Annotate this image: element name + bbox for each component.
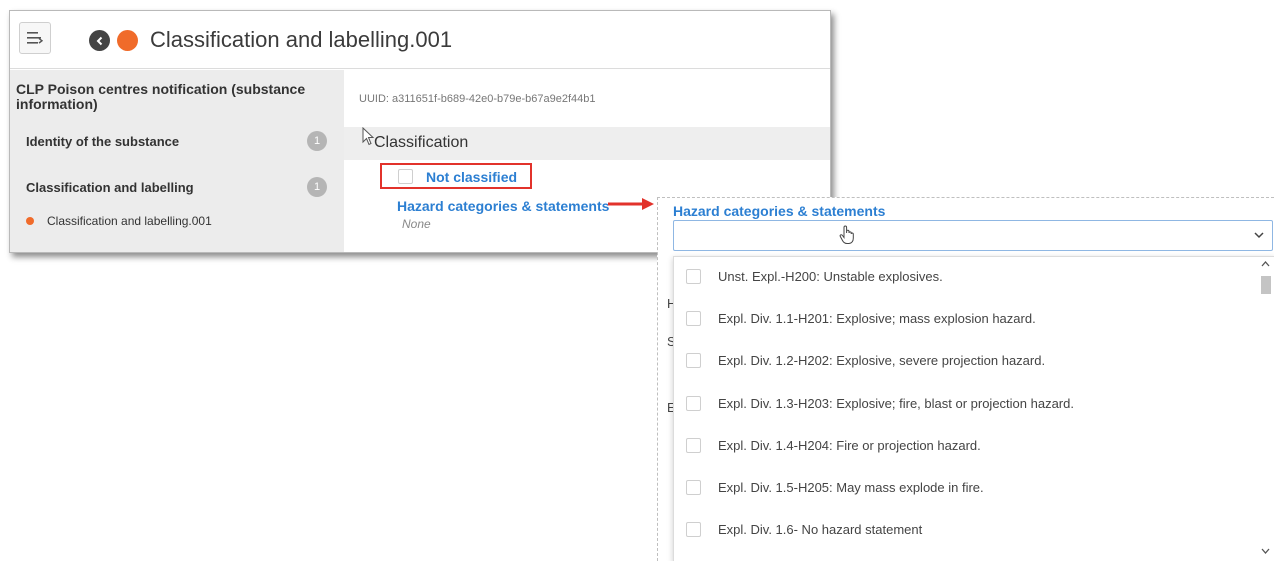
scrollbar[interactable] bbox=[1257, 257, 1274, 561]
screenshot-stage: Classification and labelling.001 CLP Poi… bbox=[0, 0, 1274, 561]
count-badge: 1 bbox=[307, 131, 327, 151]
option-checkbox[interactable] bbox=[686, 395, 701, 411]
list-item[interactable]: Expl. Div. 1.5-H205: May mass explode in… bbox=[674, 468, 1259, 506]
option-checkbox[interactable] bbox=[686, 479, 701, 495]
hazard-dropdown-panel: Hazard categories & statements H S E Uns… bbox=[657, 197, 1274, 561]
dropdown-label: Hazard categories & statements bbox=[673, 203, 886, 219]
chevron-left-icon bbox=[96, 36, 102, 45]
not-classified-highlight: Not classified bbox=[380, 163, 532, 189]
list-item[interactable]: Expl. Div. 1.1-H201: Explosive; mass exp… bbox=[674, 299, 1259, 337]
sidebar-item-classification[interactable]: Classification and labelling bbox=[26, 180, 194, 195]
scroll-up-icon[interactable] bbox=[1261, 260, 1270, 268]
list-item[interactable]: Expl. Div. 1.3-H203: Explosive; fire, bl… bbox=[674, 384, 1259, 422]
back-button[interactable] bbox=[89, 30, 110, 51]
option-label: Expl. Div. 1.1-H201: Explosive; mass exp… bbox=[718, 310, 1036, 326]
hazard-categories-link[interactable]: Hazard categories & statements bbox=[397, 198, 609, 214]
option-label: Expl. Div. 1.3-H203: Explosive; fire, bl… bbox=[718, 395, 1074, 411]
option-checkbox[interactable] bbox=[686, 310, 701, 326]
menu-toggle-button[interactable] bbox=[19, 22, 51, 54]
option-checkbox[interactable] bbox=[686, 521, 701, 537]
scroll-down-icon[interactable] bbox=[1261, 547, 1270, 555]
sidebar-heading: CLP Poison centres notification (substan… bbox=[16, 81, 306, 112]
list-item[interactable]: Expl. Div. 1.6- No hazard statement bbox=[674, 510, 1259, 548]
option-checkbox[interactable] bbox=[686, 268, 701, 284]
section-header: Classification bbox=[344, 127, 830, 160]
status-dot-icon bbox=[26, 217, 34, 225]
option-checkbox[interactable] bbox=[686, 437, 701, 453]
hazard-categories-value: None bbox=[402, 217, 431, 231]
option-checkbox[interactable] bbox=[686, 352, 701, 368]
sidebar-subitem-classification-001[interactable]: Classification and labelling.001 bbox=[47, 214, 212, 228]
not-classified-label: Not classified bbox=[426, 169, 518, 185]
not-classified-checkbox[interactable] bbox=[398, 169, 413, 184]
scrollbar-thumb[interactable] bbox=[1261, 276, 1271, 294]
list-item[interactable]: Unst. Expl.-H200: Unstable explosives. bbox=[674, 257, 1259, 295]
hazard-options-list: Unst. Expl.-H200: Unstable explosives. E… bbox=[673, 256, 1274, 561]
sidebar: CLP Poison centres notification (substan… bbox=[10, 70, 344, 252]
chevron-down-icon[interactable] bbox=[1253, 229, 1265, 241]
status-dot-icon bbox=[117, 30, 138, 51]
option-label: Expl. Div. 1.2-H202: Explosive, severe p… bbox=[718, 352, 1046, 368]
sidebar-item-identity[interactable]: Identity of the substance bbox=[26, 134, 179, 149]
option-label: Expl. Div. 1.4-H204: Fire or projection … bbox=[718, 437, 981, 453]
uuid-text: UUID: a311651f-b689-42e0-b79e-b67a9e2f44… bbox=[359, 93, 596, 105]
list-item[interactable]: Expl. Div. 1.2-H202: Explosive, severe p… bbox=[674, 341, 1259, 379]
option-label: Expl. Div. 1.6- No hazard statement bbox=[718, 521, 923, 537]
sidebar-item-label: Identity of the substance bbox=[26, 134, 180, 149]
window-header: Classification and labelling.001 bbox=[10, 11, 830, 69]
hazard-categories-select[interactable] bbox=[673, 220, 1273, 251]
menu-collapse-icon bbox=[27, 32, 43, 44]
hand-pointer-icon bbox=[839, 225, 854, 244]
page-title: Classification and labelling.001 bbox=[142, 22, 830, 58]
section-title: Classification bbox=[374, 134, 469, 151]
red-arrow-icon bbox=[608, 198, 654, 210]
option-label: Expl. Div. 1.5-H205: May mass explode in… bbox=[718, 479, 984, 495]
list-item[interactable]: Expl. Div. 1.4-H204: Fire or projection … bbox=[674, 426, 1259, 464]
option-label: Unst. Expl.-H200: Unstable explosives. bbox=[718, 268, 943, 284]
sidebar-item-label: Classification and labelling bbox=[26, 180, 194, 195]
count-badge: 1 bbox=[307, 177, 327, 197]
